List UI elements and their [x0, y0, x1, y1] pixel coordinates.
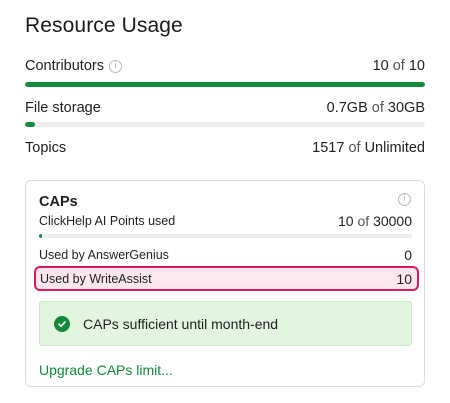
file-storage-progress-bar: [25, 122, 425, 127]
contributors-progress-bar: [25, 82, 425, 87]
caps-title: CAPs: [39, 194, 78, 210]
contributors-value: 10 of 10: [372, 58, 425, 74]
file-storage-label: File storage: [25, 100, 101, 116]
write-assist-value: 10: [396, 270, 412, 287]
ai-points-row: ClickHelp AI Points used 10 of 30000: [39, 213, 412, 229]
answer-genius-value: 0: [404, 247, 412, 263]
write-assist-label: Used by WriteAssist: [40, 271, 152, 286]
ai-points-progress-fill: [39, 234, 42, 238]
caps-status-text: CAPs sufficient until month-end: [83, 315, 279, 332]
answer-genius-label: Used by AnswerGenius: [39, 248, 169, 262]
topics-value: 1517 of Unlimited: [312, 140, 425, 156]
ai-points-value: 10 of 30000: [338, 213, 412, 229]
contributors-label: Contributors: [25, 58, 104, 74]
info-icon[interactable]: i: [398, 193, 411, 206]
contributors-progress-fill: [25, 82, 425, 87]
page-title: Resource Usage: [25, 14, 183, 37]
resource-usage-panel: Resource Usage Contributors i 10 of 10 F…: [0, 0, 450, 403]
caps-status-banner: CAPs sufficient until month-end: [39, 301, 412, 346]
contributors-row: Contributors i 10 of 10: [25, 58, 425, 74]
topics-row: Topics 1517 of Unlimited: [25, 140, 425, 156]
caps-card: CAPs i ClickHelp AI Points used 10 of 30…: [25, 180, 425, 387]
check-circle-icon: [54, 315, 70, 332]
answer-genius-row: Used by AnswerGenius 0: [39, 247, 412, 263]
write-assist-row: Used by WriteAssist 10: [34, 266, 419, 291]
file-storage-row: File storage 0.7GB of 30GB: [25, 100, 425, 116]
ai-points-progress-bar: [39, 234, 412, 238]
file-storage-value: 0.7GB of 30GB: [326, 100, 425, 116]
file-storage-progress-fill: [25, 122, 35, 127]
topics-label: Topics: [25, 140, 67, 156]
info-icon[interactable]: i: [108, 59, 122, 73]
ai-points-label: ClickHelp AI Points used: [39, 214, 176, 228]
upgrade-caps-link[interactable]: Upgrade CAPs limit...: [39, 362, 173, 378]
